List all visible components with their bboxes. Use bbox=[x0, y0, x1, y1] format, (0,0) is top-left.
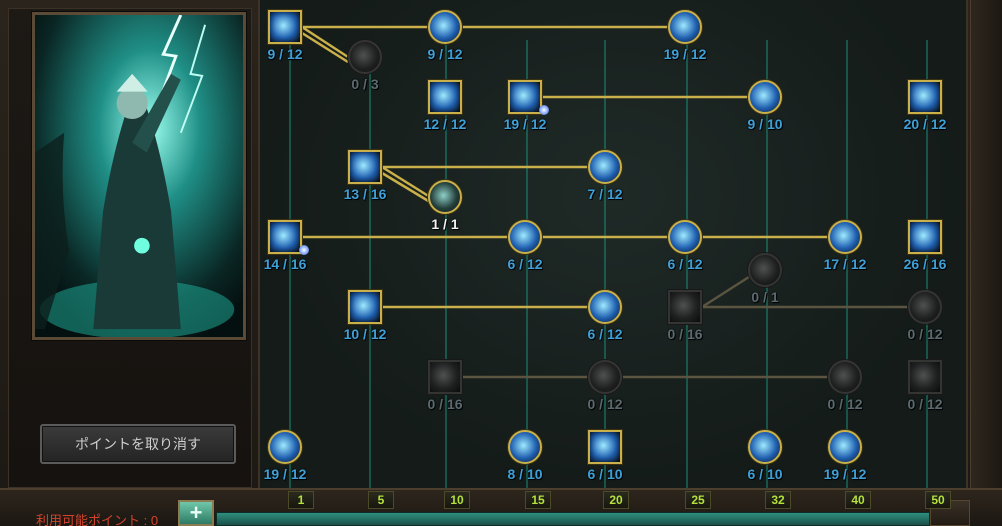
violet-burst-icon[interactable] bbox=[348, 150, 382, 184]
skill-level-count: 19 / 12 bbox=[663, 46, 707, 62]
level-tick: 1 bbox=[288, 491, 314, 509]
skill-level-count: 0 / 12 bbox=[827, 396, 863, 412]
frost-nova-icon[interactable] bbox=[828, 220, 862, 254]
skill-level-count: 1 / 1 bbox=[431, 216, 459, 232]
spell-tome-icon[interactable] bbox=[828, 430, 862, 464]
skill-level-count: 12 / 12 bbox=[423, 116, 467, 132]
skill-level-count: 6 / 10 bbox=[587, 466, 623, 482]
level-tick: 15 bbox=[525, 491, 551, 509]
rune-shield-icon[interactable] bbox=[748, 253, 782, 287]
undo-points-button[interactable]: ポイントを取り消す bbox=[40, 424, 236, 464]
available-points-label: 利用可能ポイント : 0 bbox=[36, 513, 159, 526]
rune-shield-icon[interactable] bbox=[428, 180, 462, 214]
shadow-orb-icon[interactable] bbox=[588, 360, 622, 394]
armored-knight-icon[interactable] bbox=[908, 80, 942, 114]
meditation-icon[interactable] bbox=[268, 430, 302, 464]
ice-shards-icon[interactable] bbox=[908, 220, 942, 254]
skill-level-count: 9 / 10 bbox=[747, 116, 783, 132]
right-border bbox=[970, 0, 1002, 488]
skill-level-count: 19 / 12 bbox=[263, 466, 307, 482]
wind-slash-icon[interactable] bbox=[428, 360, 462, 394]
skill-level-count: 0 / 3 bbox=[351, 76, 379, 92]
skill-level-count: 17 / 12 bbox=[823, 256, 867, 272]
character-portrait bbox=[32, 12, 246, 340]
flame-burst-icon[interactable] bbox=[588, 150, 622, 184]
skill-level-count: 6 / 12 bbox=[587, 326, 623, 342]
skill-level-count: 10 / 12 bbox=[343, 326, 387, 342]
upgrade-star-icon bbox=[299, 245, 309, 255]
violet-beam-icon[interactable] bbox=[268, 220, 302, 254]
skill-level-count: 9 / 12 bbox=[427, 46, 463, 62]
skill-level-count: 0 / 1 bbox=[751, 289, 779, 305]
skill-level-count: 9 / 12 bbox=[267, 46, 303, 62]
level-tick: 32 bbox=[765, 491, 791, 509]
skill-level-count: 26 / 16 bbox=[903, 256, 947, 272]
level-tick: 20 bbox=[603, 491, 629, 509]
mana-surge-icon[interactable] bbox=[348, 290, 382, 324]
storm-cut-icon[interactable] bbox=[828, 360, 862, 394]
skill-level-count: 19 / 12 bbox=[503, 116, 547, 132]
skill-level-count: 13 / 16 bbox=[343, 186, 387, 202]
upgrade-star-icon bbox=[539, 105, 549, 115]
blue-portal-icon[interactable] bbox=[588, 430, 622, 464]
level-tick: 10 bbox=[444, 491, 470, 509]
skill-level-count: 6 / 10 bbox=[747, 466, 783, 482]
skull-icon[interactable] bbox=[908, 290, 942, 324]
skill-level-count: 8 / 10 bbox=[507, 466, 543, 482]
level-progress-bar bbox=[216, 512, 930, 526]
skill-level-count: 6 / 12 bbox=[507, 256, 543, 272]
skill-level-count: 6 / 12 bbox=[667, 256, 703, 272]
dragon-scale-icon[interactable] bbox=[748, 430, 782, 464]
level-tick: 5 bbox=[368, 491, 394, 509]
snowflake-icon[interactable] bbox=[588, 290, 622, 324]
skill-level-count: 0 / 12 bbox=[907, 326, 943, 342]
frozen-soul-icon[interactable] bbox=[908, 360, 942, 394]
skill-level-count: 0 / 16 bbox=[427, 396, 463, 412]
spirit-summon-icon[interactable] bbox=[508, 80, 542, 114]
ice-spear-icon[interactable] bbox=[268, 10, 302, 44]
violet-slash-icon[interactable] bbox=[508, 220, 542, 254]
fist-icon[interactable] bbox=[508, 430, 542, 464]
skill-level-count: 20 / 12 bbox=[903, 116, 947, 132]
level-tick: 25 bbox=[685, 491, 711, 509]
level-tick: 40 bbox=[845, 491, 871, 509]
skill-level-count: 0 / 16 bbox=[667, 326, 703, 342]
skill-level-count: 0 / 12 bbox=[907, 396, 943, 412]
skill-level-count: 14 / 16 bbox=[263, 256, 307, 272]
fire-orb-icon[interactable] bbox=[668, 10, 702, 44]
arcane-bolt-icon[interactable] bbox=[428, 10, 462, 44]
skill-level-count: 7 / 12 bbox=[587, 186, 623, 202]
add-point-button[interactable]: + bbox=[178, 500, 214, 526]
blue-blade-icon[interactable] bbox=[668, 220, 702, 254]
level-tick: 50 bbox=[925, 491, 951, 509]
skill-level-count: 19 / 12 bbox=[823, 466, 867, 482]
lightning-strike-icon[interactable] bbox=[428, 80, 462, 114]
skill-level-count: 0 / 12 bbox=[587, 396, 623, 412]
green-vortex-icon[interactable] bbox=[748, 80, 782, 114]
claw-strike-icon[interactable] bbox=[668, 290, 702, 324]
rune-shield-icon[interactable] bbox=[348, 40, 382, 74]
